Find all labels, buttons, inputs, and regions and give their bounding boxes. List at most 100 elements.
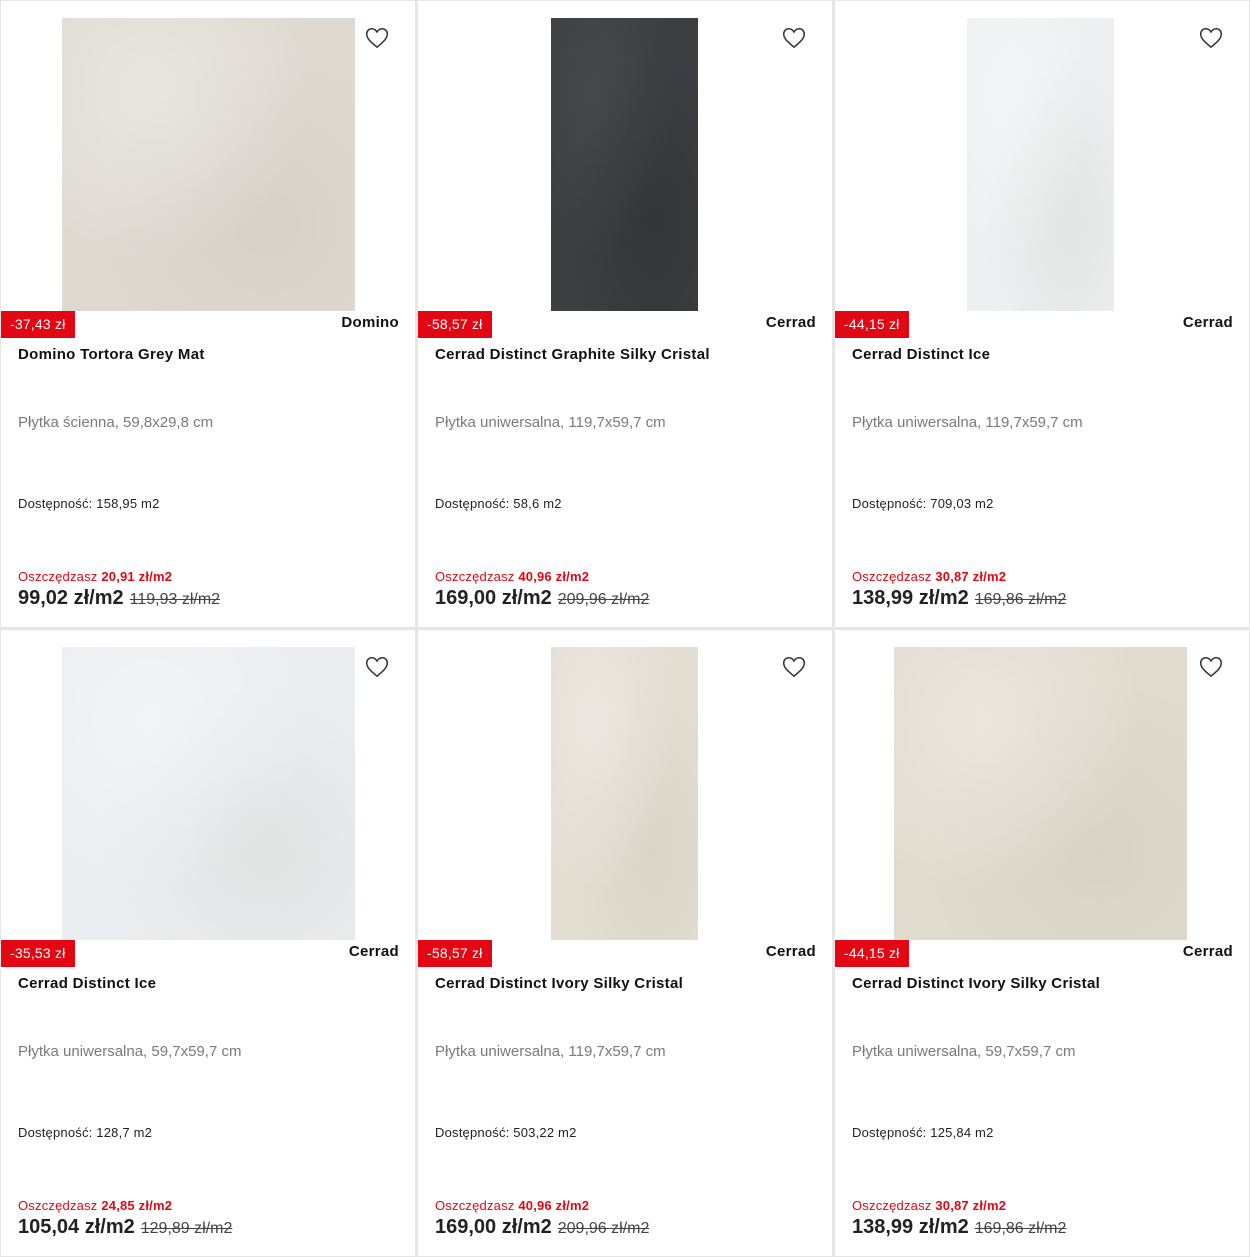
old-price: 119,93 zł/m2: [129, 591, 221, 608]
savings: Oszczędzasz 20,91 zł/m2: [18, 569, 172, 584]
old-price: 169,86 zł/m2: [974, 1220, 1067, 1237]
product-grid: -37,43 zł Domino Domino Tortora Grey Mat…: [0, 0, 1250, 1257]
heart-icon[interactable]: [364, 654, 390, 680]
availability: Dostępność: 158,95 m2: [18, 496, 160, 511]
savings-label: Oszczędzasz: [18, 569, 98, 584]
savings-value: 40,96 zł/m2: [518, 569, 590, 584]
availability-label: Dostępność:: [18, 496, 93, 511]
availability-value: 158,95 m2: [96, 496, 160, 511]
availability-value: 58,6 m2: [513, 496, 562, 511]
current-price: 169,00 zł/m2: [435, 1216, 552, 1238]
product-image-area[interactable]: [835, 647, 1249, 940]
heart-icon[interactable]: [781, 654, 807, 680]
heart-icon[interactable]: [781, 25, 807, 51]
discount-badge: -44,15 zł: [835, 311, 909, 338]
availability: Dostępność: 128,7 m2: [18, 1125, 152, 1140]
price-block: 105,04 zł/m2 129,89 zł/m2: [18, 1216, 232, 1239]
savings-value: 40,96 zł/m2: [518, 1198, 590, 1213]
availability-label: Dostępność:: [435, 1125, 510, 1140]
old-price: 169,86 zł/m2: [974, 591, 1067, 608]
savings-label: Oszczędzasz: [852, 569, 932, 584]
product-card[interactable]: -44,15 zł Cerrad Cerrad Distinct Ice Pły…: [835, 1, 1249, 627]
price-block: 138,99 zł/m2 169,86 zł/m2: [852, 1216, 1066, 1239]
product-image-area[interactable]: [1, 647, 415, 940]
product-image-area[interactable]: [835, 18, 1249, 311]
discount-badge: -58,57 zł: [418, 940, 492, 967]
current-price: 105,04 zł/m2: [18, 1216, 135, 1238]
savings-value: 20,91 zł/m2: [101, 569, 173, 584]
brand-label: Cerrad: [1182, 943, 1233, 960]
product-image[interactable]: [894, 647, 1187, 940]
product-card[interactable]: -44,15 zł Cerrad Cerrad Distinct Ivory S…: [835, 630, 1249, 1256]
availability: Dostępność: 503,22 m2: [435, 1125, 577, 1140]
availability-value: 709,03 m2: [930, 496, 994, 511]
brand-label: Cerrad: [765, 314, 816, 331]
availability: Dostępność: 125,84 m2: [852, 1125, 994, 1140]
product-image[interactable]: [967, 18, 1114, 311]
availability: Dostępność: 709,03 m2: [852, 496, 994, 511]
savings-label: Oszczędzasz: [435, 569, 515, 584]
product-name[interactable]: Cerrad Distinct Ice: [852, 346, 1237, 363]
availability-label: Dostępność:: [852, 496, 927, 511]
price-block: 169,00 zł/m2 209,96 zł/m2: [435, 1216, 649, 1239]
heart-icon[interactable]: [364, 25, 390, 51]
savings-value: 30,87 zł/m2: [935, 1198, 1007, 1213]
price-block: 169,00 zł/m2 209,96 zł/m2: [435, 587, 649, 610]
availability-label: Dostępność:: [852, 1125, 927, 1140]
heart-icon[interactable]: [1198, 654, 1224, 680]
discount-badge: -58,57 zł: [418, 311, 492, 338]
product-name[interactable]: Cerrad Distinct Graphite Silky Cristal: [435, 346, 820, 363]
savings-value: 30,87 zł/m2: [935, 569, 1007, 584]
discount-badge: -37,43 zł: [1, 311, 75, 338]
current-price: 138,99 zł/m2: [852, 587, 969, 609]
price-block: 99,02 zł/m2 119,93 zł/m2: [18, 587, 220, 610]
brand-label: Cerrad: [1182, 314, 1233, 331]
brand-label: Domino: [341, 314, 399, 331]
availability: Dostępność: 58,6 m2: [435, 496, 562, 511]
availability-label: Dostępność:: [435, 496, 510, 511]
product-image[interactable]: [62, 647, 355, 940]
product-description: Płytka uniwersalna, 119,7x59,7 cm: [852, 414, 1083, 431]
heart-icon[interactable]: [1198, 25, 1224, 51]
product-name[interactable]: Cerrad Distinct Ivory Silky Cristal: [435, 975, 820, 992]
product-card[interactable]: -58,57 zł Cerrad Cerrad Distinct Graphit…: [418, 1, 832, 627]
old-price: 129,89 zł/m2: [140, 1220, 233, 1237]
old-price: 209,96 zł/m2: [557, 591, 650, 608]
product-card[interactable]: -58,57 zł Cerrad Cerrad Distinct Ivory S…: [418, 630, 832, 1256]
availability-value: 125,84 m2: [930, 1125, 994, 1140]
savings: Oszczędzasz 40,96 zł/m2: [435, 1198, 589, 1213]
discount-badge: -35,53 zł: [1, 940, 75, 967]
savings-label: Oszczędzasz: [435, 1198, 515, 1213]
product-image[interactable]: [62, 18, 355, 311]
price-block: 138,99 zł/m2 169,86 zł/m2: [852, 587, 1066, 610]
savings-label: Oszczędzasz: [18, 1198, 98, 1213]
discount-badge: -44,15 zł: [835, 940, 909, 967]
product-name[interactable]: Cerrad Distinct Ivory Silky Cristal: [852, 975, 1237, 992]
brand-label: Cerrad: [765, 943, 816, 960]
product-image[interactable]: [551, 18, 698, 311]
current-price: 138,99 zł/m2: [852, 1216, 969, 1238]
old-price: 209,96 zł/m2: [557, 1220, 650, 1237]
savings: Oszczędzasz 30,87 zł/m2: [852, 1198, 1006, 1213]
product-description: Płytka uniwersalna, 119,7x59,7 cm: [435, 1043, 666, 1060]
product-description: Płytka uniwersalna, 59,7x59,7 cm: [18, 1043, 242, 1060]
product-image[interactable]: [551, 647, 698, 940]
product-image-area[interactable]: [418, 18, 832, 311]
product-card[interactable]: -37,43 zł Domino Domino Tortora Grey Mat…: [1, 1, 415, 627]
brand-label: Cerrad: [348, 943, 399, 960]
product-description: Płytka uniwersalna, 59,7x59,7 cm: [852, 1043, 1076, 1060]
product-name[interactable]: Domino Tortora Grey Mat: [18, 346, 403, 363]
savings: Oszczędzasz 40,96 zł/m2: [435, 569, 589, 584]
product-name[interactable]: Cerrad Distinct Ice: [18, 975, 403, 992]
product-description: Płytka uniwersalna, 119,7x59,7 cm: [435, 414, 666, 431]
savings-label: Oszczędzasz: [852, 1198, 932, 1213]
current-price: 169,00 zł/m2: [435, 587, 552, 609]
availability-value: 503,22 m2: [513, 1125, 577, 1140]
availability-label: Dostępność:: [18, 1125, 93, 1140]
product-image-area[interactable]: [418, 647, 832, 940]
availability-value: 128,7 m2: [96, 1125, 153, 1140]
savings: Oszczędzasz 30,87 zł/m2: [852, 569, 1006, 584]
product-image-area[interactable]: [1, 18, 415, 311]
product-card[interactable]: -35,53 zł Cerrad Cerrad Distinct Ice Pły…: [1, 630, 415, 1256]
savings: Oszczędzasz 24,85 zł/m2: [18, 1198, 172, 1213]
